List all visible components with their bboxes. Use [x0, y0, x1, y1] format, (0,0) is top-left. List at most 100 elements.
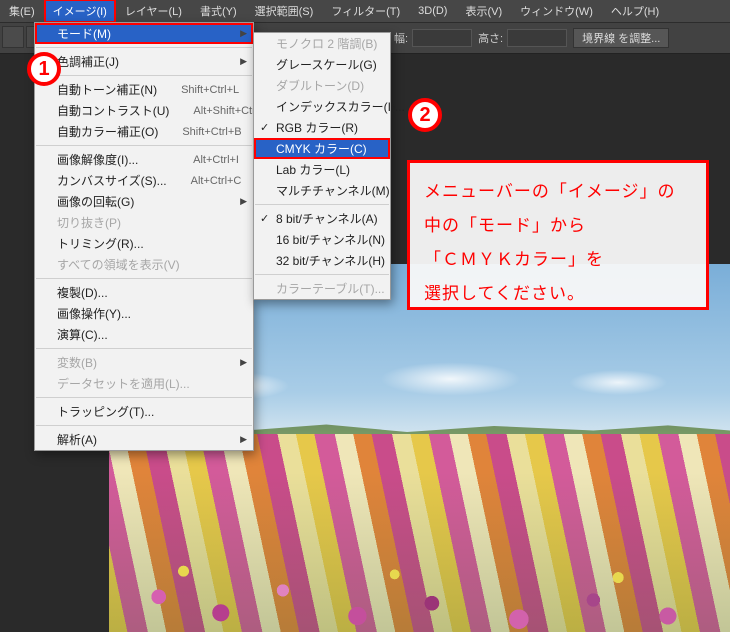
callout-1: 1 — [27, 52, 61, 86]
menu-item-label: 演算(C)... — [57, 326, 239, 343]
menu-item[interactable]: 演算(C)... — [35, 324, 253, 345]
menu-item[interactable]: 画像解像度(I)...Alt+Ctrl+I — [35, 149, 253, 170]
menubar-item[interactable]: 3D(D) — [409, 1, 456, 21]
menubar-item[interactable]: フィルター(T) — [322, 0, 409, 23]
menu-item-label: 複製(D)... — [57, 284, 239, 301]
menubar-item[interactable]: 集(E) — [0, 0, 44, 23]
mode-submenu: モノクロ 2 階調(B) グレースケール(G) ダブルトーン(D) インデックスカラー… — [253, 32, 391, 300]
menu-item: すべての領域を表示(V) — [35, 254, 253, 275]
menu-item[interactable]: CMYK カラー(C) — [254, 138, 390, 159]
width-input[interactable] — [412, 29, 472, 47]
menu-item[interactable]: トリミング(R)... — [35, 233, 253, 254]
menu-item[interactable]: 複製(D)... — [35, 282, 253, 303]
menu-separator — [36, 47, 252, 48]
menu-item-label: カンバスサイズ(S)... — [57, 172, 167, 189]
menu-separator — [36, 75, 252, 76]
menubar: 集(E)イメージ(I)レイヤー(L)書式(Y)選択範囲(S)フィルター(T)3D… — [0, 0, 730, 22]
menu-separator — [255, 274, 389, 275]
height-field: 高さ: — [478, 29, 567, 47]
menu-item-label: 解析(A) — [57, 431, 239, 448]
menu-item-label: CMYK カラー(C) — [276, 140, 376, 157]
menu-item-shortcut: Alt+Ctrl+I — [169, 154, 239, 166]
menu-item: ダブルトーン(D) — [254, 75, 390, 96]
submenu-arrow-icon: ▶ — [240, 56, 247, 67]
menu-item[interactable]: 画像の回転(G)▶ — [35, 191, 253, 212]
menu-item[interactable]: トラッピング(T)... — [35, 401, 253, 422]
menu-item-label: 自動トーン補正(N) — [57, 81, 157, 98]
menu-item-label: モノクロ 2 階調(B) — [276, 35, 377, 52]
menu-item[interactable]: ✓ RGB カラー(R) — [254, 117, 390, 138]
menu-item: 変数(B)▶ — [35, 352, 253, 373]
menu-item: カラーテーブル(T)... — [254, 278, 390, 299]
check-icon: ✓ — [260, 121, 269, 134]
instruction-box: メニューバーの「イメージ」の 中の「モード」から 「ＣＭＹＫカラー」を 選択して… — [407, 160, 709, 310]
menu-item: データセットを適用(L)... — [35, 373, 253, 394]
menu-item-label: 画像解像度(I)... — [57, 151, 169, 168]
menu-item[interactable]: ✓ 8 bit/チャンネル(A) — [254, 208, 390, 229]
refine-bounds-button[interactable]: 境界線 を調整... — [573, 28, 669, 48]
menu-item[interactable]: 自動トーン補正(N)Shift+Ctrl+L — [35, 79, 253, 100]
menubar-item[interactable]: ヘルプ(H) — [602, 0, 668, 23]
image-menu: モード(M)▶色調補正(J)▶自動トーン補正(N)Shift+Ctrl+L自動コ… — [34, 22, 254, 451]
menu-item-label: 自動コントラスト(U) — [57, 102, 169, 119]
menubar-item[interactable]: ウィンドウ(W) — [511, 0, 602, 23]
menu-item-shortcut: Shift+Ctrl+L — [157, 84, 239, 96]
submenu-arrow-icon: ▶ — [240, 434, 247, 445]
menu-item-label: グレースケール(G) — [276, 56, 377, 73]
menu-item-label: データセットを適用(L)... — [57, 375, 239, 392]
menu-item-shortcut: Alt+Ctrl+C — [167, 175, 242, 187]
check-icon: ✓ — [260, 212, 269, 225]
callout-2: 2 — [408, 98, 442, 132]
menu-item[interactable]: グレースケール(G) — [254, 54, 390, 75]
tool-icon[interactable] — [2, 26, 24, 48]
menu-item: 切り抜き(P) — [35, 212, 253, 233]
menubar-item[interactable]: 選択範囲(S) — [246, 0, 323, 23]
menu-item[interactable]: 32 bit/チャンネル(H) — [254, 250, 390, 271]
flowers-fg — [109, 472, 730, 632]
submenu-arrow-icon: ▶ — [240, 357, 247, 368]
instruction-line: メニューバーの「イメージ」の — [424, 175, 692, 209]
menu-item-label: 8 bit/チャンネル(A) — [276, 210, 378, 227]
menu-item[interactable]: Lab カラー(L) — [254, 159, 390, 180]
instruction-line: 「ＣＭＹＫカラー」を — [424, 243, 692, 277]
menu-item[interactable]: 16 bit/チャンネル(N) — [254, 229, 390, 250]
menu-separator — [36, 397, 252, 398]
menu-item[interactable]: カンバスサイズ(S)...Alt+Ctrl+C — [35, 170, 253, 191]
menu-item-label: マルチチャンネル(M) — [276, 182, 390, 199]
submenu-arrow-icon: ▶ — [240, 28, 247, 39]
menu-separator — [36, 145, 252, 146]
instruction-line: 選択してください。 — [424, 277, 692, 311]
menubar-item[interactable]: 書式(Y) — [191, 0, 246, 23]
menu-item[interactable]: モード(M)▶ — [35, 23, 253, 44]
menu-item[interactable]: マルチチャンネル(M) — [254, 180, 390, 201]
menu-item[interactable]: 色調補正(J)▶ — [35, 51, 253, 72]
menu-item-label: 変数(B) — [57, 354, 239, 371]
menu-item-label: 画像の回転(G) — [57, 193, 239, 210]
menu-item-shortcut: Shift+Ctrl+B — [158, 126, 241, 138]
menu-item-label: すべての領域を表示(V) — [57, 256, 239, 273]
menu-item[interactable]: 自動カラー補正(O)Shift+Ctrl+B — [35, 121, 253, 142]
menu-item-label: 自動カラー補正(O) — [57, 123, 158, 140]
height-label: 高さ: — [478, 30, 503, 46]
menu-item-label: 32 bit/チャンネル(H) — [276, 252, 385, 269]
menu-item-label: 16 bit/チャンネル(N) — [276, 231, 385, 248]
menu-item[interactable]: 解析(A)▶ — [35, 429, 253, 450]
menubar-item[interactable]: レイヤー(L) — [116, 0, 191, 23]
submenu-arrow-icon: ▶ — [240, 196, 247, 207]
height-input[interactable] — [507, 29, 567, 47]
menu-item[interactable]: 自動コントラスト(U)Alt+Shift+Ctrl+L — [35, 100, 253, 121]
width-field: 幅: — [394, 29, 472, 47]
menu-separator — [36, 425, 252, 426]
menu-item-label: モード(M) — [57, 25, 239, 42]
menu-item: モノクロ 2 階調(B) — [254, 33, 390, 54]
menu-item-label: Lab カラー(L) — [276, 161, 376, 178]
menu-item-label: ダブルトーン(D) — [276, 77, 376, 94]
menu-item[interactable]: 画像操作(Y)... — [35, 303, 253, 324]
menu-item[interactable]: インデックスカラー(I)... — [254, 96, 390, 117]
menu-item-label: RGB カラー(R) — [276, 119, 376, 136]
menubar-item[interactable]: 表示(V) — [456, 0, 511, 23]
menubar-item[interactable]: イメージ(I) — [44, 0, 116, 23]
menu-item-label: トリミング(R)... — [57, 235, 239, 252]
menu-item-label: トラッピング(T)... — [57, 403, 239, 420]
width-label: 幅: — [394, 30, 408, 46]
